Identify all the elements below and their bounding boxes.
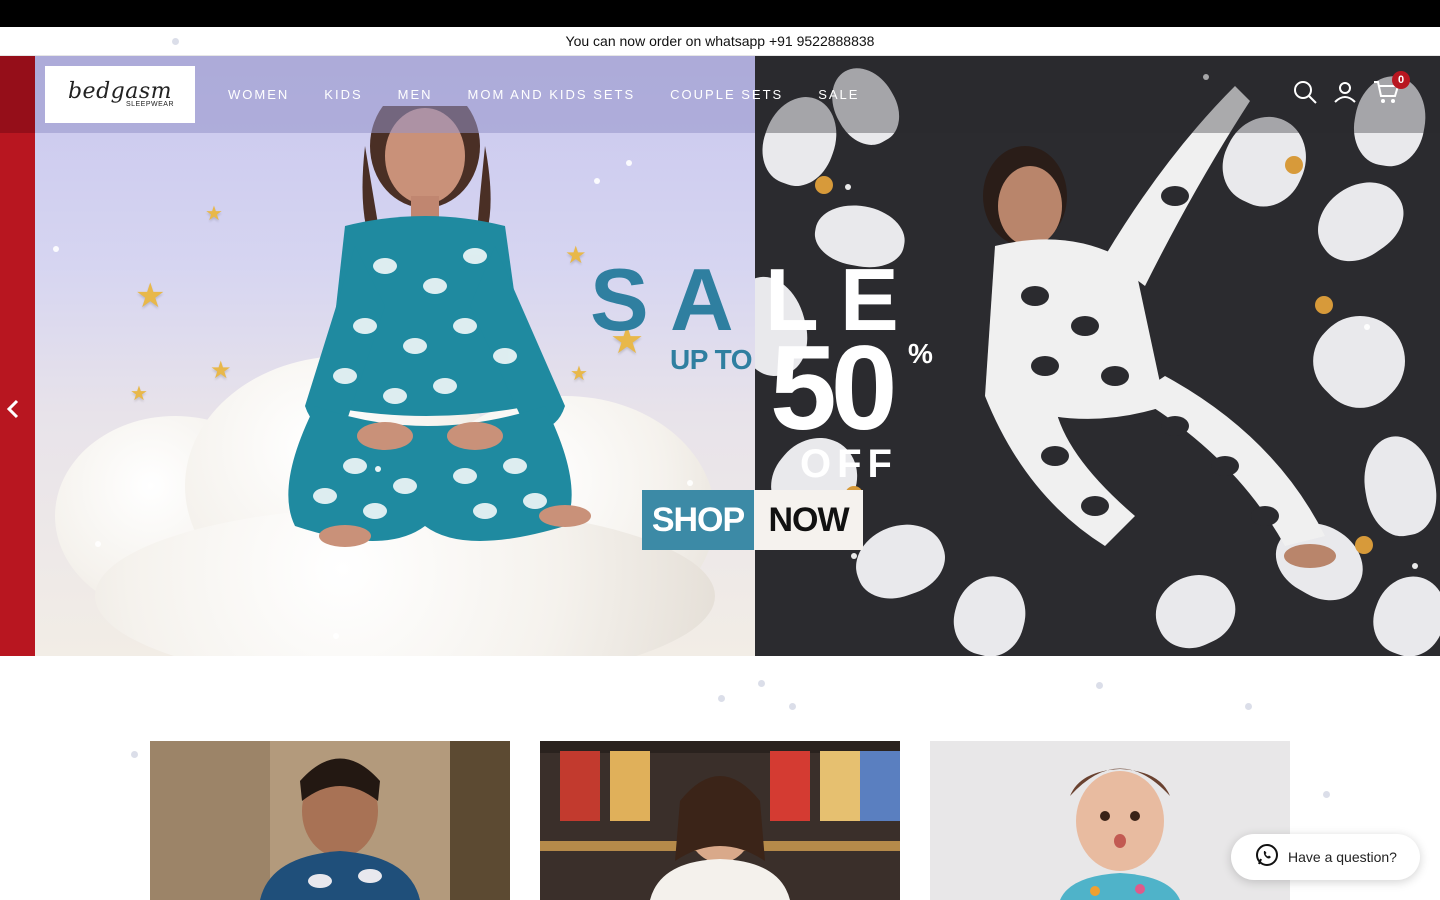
category-image-women [540,741,900,900]
logo-script-text: bedgasm [67,79,173,104]
model-right-illustration [983,86,1336,568]
account-icon[interactable] [1332,79,1358,110]
model-left-illustration [288,106,591,547]
category-cards [150,741,1290,900]
search-icon[interactable] [1292,79,1318,110]
sale-letter-a: A [670,250,734,349]
category-card-kids[interactable] [930,741,1290,900]
header-icons: 0 [1292,56,1410,133]
discount-value: 50 [770,321,898,455]
category-card-women[interactable] [540,741,900,900]
sale-letter-s: S [590,250,649,349]
primary-nav: WOMEN KIDS MEN MOM AND KIDS SETS COUPLE … [228,56,894,133]
cart-count-badge: 0 [1392,71,1410,89]
nav-mom-and-kids-sets[interactable]: MOM AND KIDS SETS [468,87,636,102]
nav-women[interactable]: WOMEN [228,87,289,102]
help-chat-button[interactable]: Have a question? [1231,834,1420,880]
sale-banner[interactable]: S A L E UP TO 50 % OFF SHOP NOW [590,256,950,556]
up-to-text: UP TO [670,344,753,375]
nav-sale[interactable]: SALE [818,87,859,102]
main-navbar: bedgasm SLEEPWEAR WOMEN KIDS MEN MOM AND… [0,56,1440,133]
brand-logo[interactable]: bedgasm SLEEPWEAR [45,66,195,123]
shop-now-label-a: SHOP [642,490,754,550]
cart-icon[interactable]: 0 [1372,71,1410,110]
hero-prev-slide-edge [0,56,35,656]
category-image-kids [930,741,1290,900]
announcement-bar: You can now order on whatsapp +91 952288… [0,27,1440,56]
logo-sub-text: SLEEPWEAR [125,101,175,108]
top-black-bar [0,0,1440,27]
shop-now-label-b: NOW [754,490,863,550]
off-text: OFF [800,442,898,486]
category-card-men[interactable] [150,741,510,900]
nav-men[interactable]: MEN [398,87,433,102]
nav-kids[interactable]: KIDS [324,87,362,102]
nav-couple-sets[interactable]: COUPLE SETS [670,87,783,102]
hero-slider[interactable]: ★ ★ ★ ★ ★ ★ ★ S A L E UP TO 50 % OFF SHO… [0,56,1440,656]
help-chat-label: Have a question? [1288,849,1397,865]
percent-sign: % [908,338,933,369]
whatsapp-icon [1255,843,1279,872]
announcement-text: You can now order on whatsapp +91 952288… [565,33,875,49]
category-image-men [150,741,510,900]
chevron-left-icon[interactable] [6,399,26,423]
shop-now-button[interactable]: SHOP NOW [642,490,863,550]
